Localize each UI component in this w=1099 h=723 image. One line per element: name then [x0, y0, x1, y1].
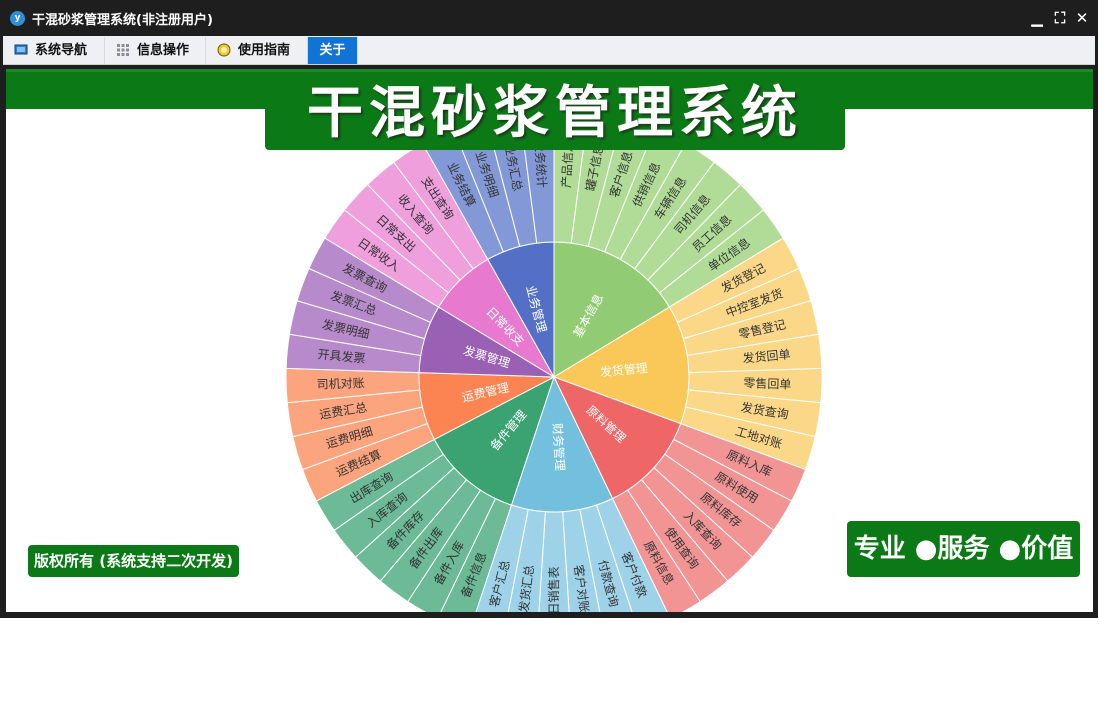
slogan-badge: 专业 ●服务 ●价值: [847, 521, 1080, 577]
copyright-badge: 版权所有 (系统支持二次开发): [28, 545, 239, 577]
tab-about[interactable]: 关于: [308, 37, 358, 64]
content-area: 基本信息 产品信息 罐子信息 客户信息 供销信息 车辆信息 司机信息 员工信息 单位信息 发货管理…: [6, 69, 1093, 612]
bulb-icon: [217, 43, 231, 57]
restore-button[interactable]: ⛶: [1050, 8, 1070, 28]
tab-bar: 系统导航 信息操作 使用指南 关于: [3, 36, 1095, 65]
tab-info-operation[interactable]: 信息操作: [105, 37, 206, 64]
tab-label: 系统导航: [35, 43, 88, 58]
app-window: y 干混砂浆管理系统(非注册用户) ▁ ⛶ ✕ 系统导航 信息操作 使用指南 关…: [0, 0, 1098, 618]
tab-system-nav[interactable]: 系统导航: [3, 37, 105, 64]
window-title: 干混砂浆管理系统(非注册用户): [32, 13, 213, 28]
item-label: 零售回单: [743, 375, 791, 392]
category-label: 财务管理: [550, 423, 568, 472]
app-logo-icon: y: [10, 11, 25, 26]
tab-user-guide[interactable]: 使用指南: [206, 37, 308, 64]
tab-label: 信息操作: [137, 43, 190, 58]
grid-icon: [117, 44, 129, 56]
title-bar[interactable]: y 干混砂浆管理系统(非注册用户) ▁ ⛶ ✕: [0, 0, 1098, 36]
page-title: 干混砂浆管理系统: [307, 81, 803, 146]
tab-label: 使用指南: [238, 43, 291, 58]
item-label: 日销售表: [546, 566, 561, 612]
tab-label: 关于: [319, 43, 346, 58]
minimize-button[interactable]: ▁: [1027, 8, 1047, 28]
close-button[interactable]: ✕: [1072, 8, 1092, 28]
title-banner: 干混砂浆管理系统: [265, 77, 845, 150]
item-label: 司机对账: [316, 376, 364, 392]
monitor-icon: [14, 44, 28, 55]
